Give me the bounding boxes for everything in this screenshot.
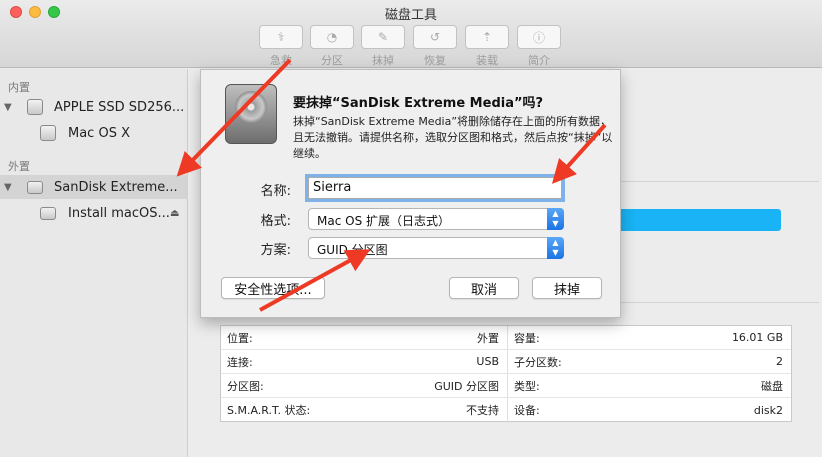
dialog-description: 抹掉“SanDisk Extreme Media”将删除储存在上面的所有数据，且… [293, 115, 613, 160]
erase-button[interactable]: 抹掉 [532, 277, 602, 299]
mount-label: 装载 [476, 54, 498, 67]
erase-toolbar-button[interactable]: ✎ [361, 25, 405, 49]
restore-button[interactable]: ↺ [413, 25, 457, 49]
info-key: 容量: [514, 331, 540, 345]
scheme-label: 方案: [260, 243, 291, 258]
divider [619, 302, 819, 303]
sidebar-section-internal: 内置 [8, 81, 30, 94]
stethoscope-icon: ⚕ [277, 30, 285, 44]
volume-icon [40, 206, 56, 220]
usage-bar [613, 209, 781, 231]
info-key: 位置: [227, 331, 253, 345]
format-label: 格式: [260, 214, 291, 229]
sidebar-item-label: APPLE SSD SD256... [54, 99, 185, 115]
info-value: 不支持 [466, 404, 499, 417]
info-key: 连接: [227, 355, 253, 369]
scheme-popup[interactable]: GUID 分区图 ▲ ▼ [308, 237, 564, 259]
info-button[interactable]: ⓘ [517, 25, 561, 49]
sidebar-item-sandisk[interactable]: ▼ SanDisk Extreme... [0, 175, 188, 199]
info-value: USB [476, 355, 499, 368]
sidebar-item-label: Mac OS X [68, 125, 130, 141]
scheme-value: GUID 分区图 [317, 243, 388, 257]
info-row: 容量: 16.01 GB [508, 326, 791, 350]
hard-drive-icon [225, 84, 277, 144]
info-key: 类型: [514, 379, 540, 393]
disclosure-triangle-icon[interactable]: ▼ [4, 102, 12, 113]
sidebar-section-external: 外置 [8, 160, 30, 173]
info-table: 位置: 外置 连接: USB 分区图: GUID 分区图 S.M.A.R.T. … [220, 325, 792, 423]
info-row: 子分区数: 2 [508, 350, 791, 374]
name-field[interactable]: Sierra [308, 177, 562, 199]
info-value: disk2 [753, 403, 783, 417]
mount-button[interactable]: ⇡ [465, 25, 509, 49]
info-icon: ⓘ [532, 30, 545, 45]
info-value: 2 [776, 355, 783, 368]
first-aid-button[interactable]: ⚕ [259, 25, 303, 49]
info-value: 16.01 GB [731, 331, 783, 344]
erase-dialog: 要抹掉“SanDisk Extreme Media”吗? 抹掉“SanDisk … [200, 69, 621, 318]
title-bar: 磁盘工具 ⚕ 急救 ◔ 分区 ✎ 抹掉 ↺ 恢复 ⇡ 装载 ⓘ 简介 [0, 0, 822, 68]
partition-button[interactable]: ◔ [310, 25, 354, 49]
info-key: 设备: [514, 404, 540, 417]
sidebar-item-apple-ssd[interactable]: ▼ APPLE SSD SD256... [0, 95, 188, 119]
chevron-updown-icon: ▲ ▼ [547, 208, 564, 230]
sidebar-item-label: SanDisk Extreme... [54, 179, 178, 195]
sidebar-item-mac-os-x[interactable]: Mac OS X [0, 121, 188, 145]
volume-icon [40, 125, 56, 141]
disclosure-triangle-icon[interactable]: ▼ [4, 182, 12, 193]
chevron-updown-icon: ▲ ▼ [547, 237, 564, 259]
eject-icon[interactable]: ⏏ [170, 208, 179, 219]
info-row: 位置: 外置 [221, 326, 507, 350]
info-row: 连接: USB [221, 350, 507, 374]
divider [619, 181, 819, 182]
format-popup[interactable]: Mac OS 扩展（日志式） ▲ ▼ [308, 208, 564, 230]
info-row: 分区图: GUID 分区图 [221, 374, 507, 398]
info-label: 简介 [528, 54, 550, 67]
restore-icon: ↺ [429, 30, 441, 44]
internal-disk-icon [27, 99, 43, 115]
sidebar-item-install-macos[interactable]: Install macOS... ⏏ [0, 201, 188, 225]
partition-icon: ◔ [326, 30, 338, 44]
mount-icon: ⇡ [481, 30, 493, 44]
info-row: 设备: disk2 [508, 398, 791, 422]
info-key: S.M.A.R.T. 状态: [227, 404, 311, 417]
info-key: 子分区数: [514, 355, 562, 369]
external-disk-icon [27, 180, 43, 194]
name-label: 名称: [260, 184, 291, 199]
restore-label: 恢复 [424, 54, 446, 67]
info-row: S.M.A.R.T. 状态: 不支持 [221, 398, 507, 422]
erase-label: 抹掉 [372, 54, 394, 67]
security-options-button[interactable]: 安全性选项... [221, 277, 325, 299]
info-row: 类型: 磁盘 [508, 374, 791, 398]
info-value: 磁盘 [761, 379, 783, 393]
info-value: 外置 [477, 331, 499, 345]
info-value: GUID 分区图 [434, 379, 499, 393]
sidebar: 内置 ▼ APPLE SSD SD256... Mac OS X 外置 ▼ Sa… [0, 69, 188, 457]
cancel-button[interactable]: 取消 [449, 277, 519, 299]
erase-icon: ✎ [377, 30, 389, 44]
info-key: 分区图: [227, 379, 264, 393]
window-title: 磁盘工具 [384, 8, 437, 23]
sidebar-item-label: Install macOS... [68, 205, 170, 221]
format-value: Mac OS 扩展（日志式） [317, 214, 450, 228]
dialog-title: 要抹掉“SanDisk Extreme Media”吗? [293, 96, 544, 111]
